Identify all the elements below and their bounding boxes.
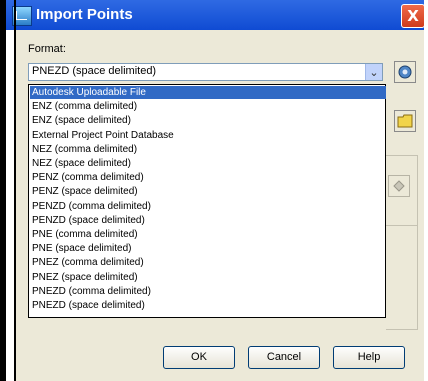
format-option[interactable]: ENZ (space delimited) bbox=[30, 114, 386, 127]
cancel-button[interactable]: Cancel bbox=[248, 346, 320, 369]
format-option[interactable]: NEZ (comma delimited) bbox=[30, 143, 386, 156]
window-border-left bbox=[0, 0, 6, 381]
browse-button[interactable] bbox=[394, 110, 416, 132]
format-option[interactable]: PNEZ (space delimited) bbox=[30, 271, 386, 284]
format-option[interactable]: ENZ (comma delimited) bbox=[30, 100, 386, 113]
format-selected-value[interactable]: PNEZD (space delimited) bbox=[32, 65, 156, 77]
format-option[interactable]: Autodesk Uploadable File bbox=[30, 86, 386, 99]
format-option[interactable]: PNEZ (comma delimited) bbox=[30, 256, 386, 269]
format-option[interactable]: PNEZD (space delimited) bbox=[30, 299, 386, 312]
dialog-title: Import Points bbox=[36, 6, 133, 23]
format-option[interactable]: PENZ (comma delimited) bbox=[30, 171, 386, 184]
format-option[interactable]: PENZD (comma delimited) bbox=[30, 200, 386, 213]
format-option[interactable]: PNE (comma delimited) bbox=[30, 228, 386, 241]
format-option[interactable]: NEZ (space delimited) bbox=[30, 157, 386, 170]
format-option[interactable]: External Project Point Database bbox=[30, 129, 386, 142]
chevron-down-icon[interactable]: ⌄ bbox=[365, 64, 382, 80]
format-option[interactable]: PNEZD (comma delimited) bbox=[30, 285, 386, 298]
help-button[interactable]: Help bbox=[333, 346, 405, 369]
format-manager-icon bbox=[398, 65, 412, 79]
format-label: Format: bbox=[28, 43, 66, 55]
close-button[interactable]: X bbox=[401, 4, 425, 28]
add-button[interactable] bbox=[388, 175, 410, 197]
format-manager-button[interactable] bbox=[394, 61, 416, 83]
folder-icon bbox=[397, 114, 413, 128]
window-border-inner bbox=[14, 0, 16, 381]
format-option[interactable]: PNE (space delimited) bbox=[30, 242, 386, 255]
options-group-box-lower bbox=[386, 225, 418, 331]
format-option[interactable]: PENZ (space delimited) bbox=[30, 185, 386, 198]
add-icon bbox=[393, 180, 405, 192]
ok-button[interactable]: OK bbox=[163, 346, 235, 369]
format-option[interactable]: PENZD (space delimited) bbox=[30, 214, 386, 227]
